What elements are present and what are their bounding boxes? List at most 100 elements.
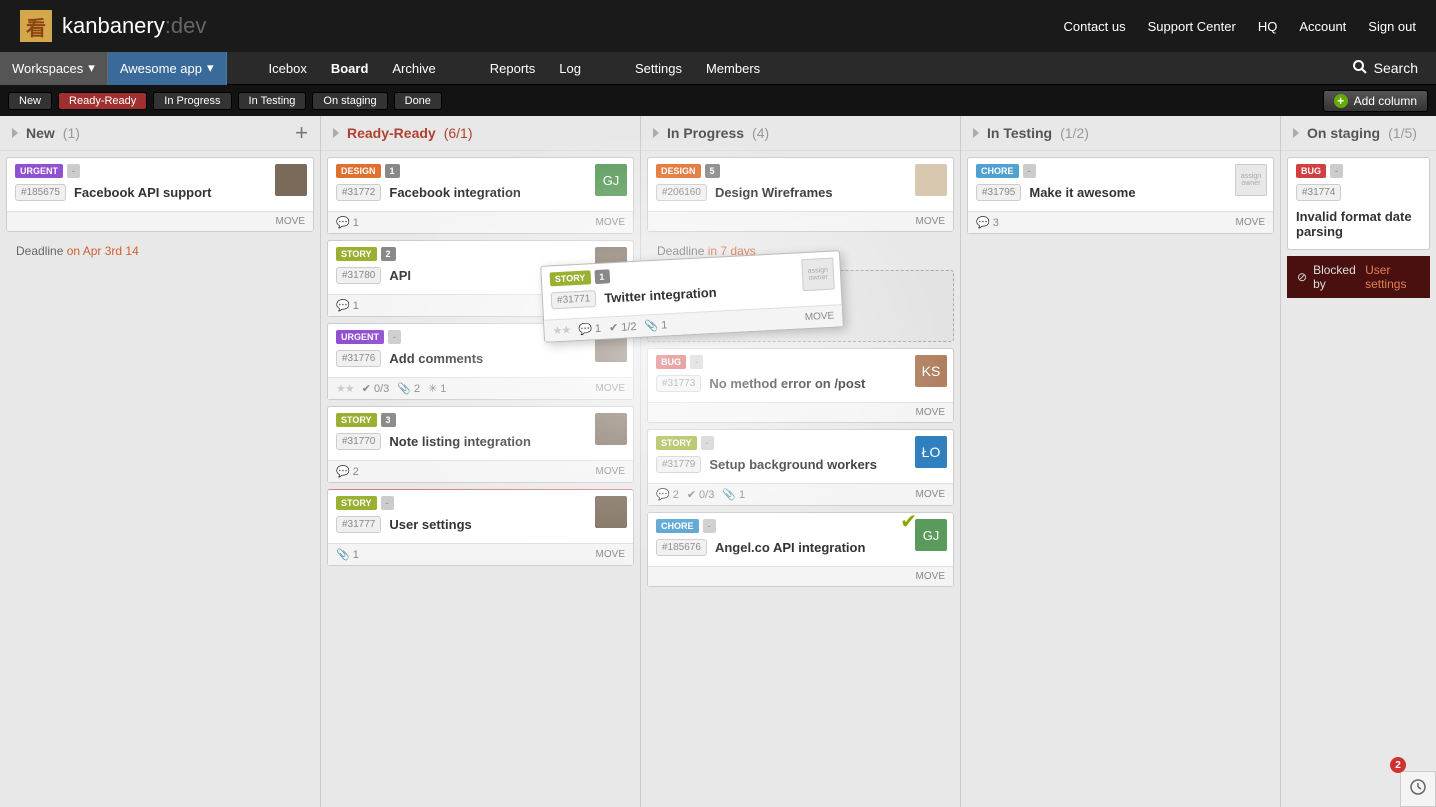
card-title: Facebook API support (74, 185, 211, 200)
filter-staging[interactable]: On staging (312, 92, 387, 110)
card-title: Angel.co API integration (715, 540, 865, 555)
move-button[interactable]: MOVE (916, 407, 945, 418)
avatar[interactable]: GJ (915, 519, 947, 551)
logo[interactable]: 看 kanbanery:dev (20, 10, 206, 42)
subtask-icon: ✔ 0/3 (687, 488, 715, 501)
link-contact[interactable]: Contact us (1063, 19, 1125, 34)
avatar[interactable] (595, 413, 627, 445)
dragging-card[interactable]: STORY1 #31771Twitter integration assign … (540, 250, 844, 343)
workspaces-menu[interactable]: Workspaces▾ (0, 52, 108, 85)
tag-design: DESIGN (336, 164, 381, 178)
card[interactable]: ✔ CHORE- #185676Angel.co API integration… (647, 512, 954, 587)
topbar: 看 kanbanery:dev Contact us Support Cente… (0, 0, 1436, 52)
avatar[interactable]: KS (915, 355, 947, 387)
move-button[interactable]: MOVE (596, 466, 625, 477)
collapse-icon[interactable] (653, 128, 659, 138)
link-support[interactable]: Support Center (1148, 19, 1236, 34)
link-signout[interactable]: Sign out (1368, 19, 1416, 34)
tag-urgent: URGENT (336, 330, 384, 344)
estimate: - (1023, 164, 1036, 178)
nav-settings[interactable]: Settings (623, 52, 694, 85)
add-card-button[interactable]: + (295, 120, 308, 146)
nav-board[interactable]: Board (319, 52, 381, 85)
collapse-icon[interactable] (333, 128, 339, 138)
check-icon: ✔ (900, 509, 917, 534)
card[interactable]: DESIGN1 #31772Facebook integration GJ 💬 … (327, 157, 634, 234)
ticket-id: #31771 (551, 290, 597, 309)
chevron-down-icon: ▾ (88, 60, 95, 76)
link-hq[interactable]: HQ (1258, 19, 1278, 34)
move-button[interactable]: MOVE (916, 216, 945, 227)
move-button[interactable]: MOVE (276, 216, 305, 227)
stars-icon: ★★ (336, 382, 354, 395)
move-button[interactable]: MOVE (1236, 217, 1265, 228)
assign-owner[interactable]: assign owner (801, 258, 835, 292)
avatar[interactable] (595, 496, 627, 528)
add-column-button[interactable]: +Add column (1323, 90, 1428, 112)
activity-badge: 2 (1390, 757, 1406, 773)
column-header-progress: In Progress (4) (641, 116, 960, 151)
move-button[interactable]: MOVE (916, 571, 945, 582)
comment-icon: 💬 1 (336, 299, 359, 312)
move-button[interactable]: MOVE (596, 217, 625, 228)
card[interactable]: STORY3 #31770Note listing integration 💬 … (327, 406, 634, 483)
tag-story: STORY (336, 247, 377, 261)
card[interactable]: STORY- #31777User settings 📎 1MOVE (327, 489, 634, 566)
activity-clock-button[interactable] (1400, 771, 1436, 807)
card-title: Setup background workers (709, 457, 877, 472)
subtask-icon: ✔ 0/3 (362, 382, 390, 395)
card[interactable]: STORY- #31779Setup background workers ŁO… (647, 429, 954, 506)
card[interactable]: CHORE- #31795Make it awesome assign owne… (967, 157, 1274, 234)
card[interactable]: BUG- #31774Invalid format date parsing (1287, 157, 1430, 250)
nav-log[interactable]: Log (547, 52, 593, 85)
avatar[interactable] (275, 164, 307, 196)
move-button[interactable]: MOVE (596, 383, 625, 394)
column-header-new: New (1) + (0, 116, 320, 151)
comment-icon: 💬 1 (336, 216, 359, 229)
ticket-id: #31774 (1296, 184, 1341, 201)
nav-members[interactable]: Members (694, 52, 772, 85)
avatar[interactable]: GJ (595, 164, 627, 196)
stars-icon: ★★ (552, 323, 570, 337)
card[interactable]: DESIGN5 #206160Design Wireframes MOVE (647, 157, 954, 232)
assign-owner[interactable]: assign owner (1235, 164, 1267, 196)
collapse-icon[interactable] (1293, 128, 1299, 138)
collapse-icon[interactable] (973, 128, 979, 138)
filter-done[interactable]: Done (394, 92, 442, 110)
column-new: New (1) + URGENT- #185675Facebook API su… (0, 116, 320, 807)
search-button[interactable]: Search (1352, 59, 1436, 78)
avatar[interactable]: ŁO (915, 436, 947, 468)
filter-testing[interactable]: In Testing (238, 92, 307, 110)
chevron-down-icon: ▾ (207, 60, 214, 76)
move-button[interactable]: MOVE (805, 311, 835, 324)
ticket-id: #31772 (336, 184, 381, 201)
tag-story: STORY (550, 270, 591, 286)
link-account[interactable]: Account (1299, 19, 1346, 34)
blocked-banner[interactable]: ⊘Blocked by User settings (1287, 256, 1430, 298)
clock-icon (1409, 778, 1427, 801)
move-button[interactable]: MOVE (596, 549, 625, 560)
card-title: Design Wireframes (715, 185, 833, 200)
logo-text: kanbanery:dev (62, 13, 206, 39)
blocked-icon: ⊘ (1297, 270, 1307, 284)
collapse-icon[interactable] (12, 128, 18, 138)
app-menu[interactable]: Awesome app▾ (108, 52, 227, 85)
comment-icon: 💬 1 (578, 322, 601, 336)
estimate: - (381, 496, 394, 510)
nav-reports[interactable]: Reports (478, 52, 548, 85)
board: New (1) + URGENT - #185675 Facebook API su… (0, 116, 1436, 807)
filter-new[interactable]: New (8, 92, 52, 110)
column-testing: In Testing (1/2) CHORE- #31795Make it aw… (960, 116, 1280, 807)
nav-icebox[interactable]: Icebox (257, 52, 319, 85)
card[interactable]: BUG- #31773No method error on /post KS M… (647, 348, 954, 423)
move-button[interactable]: MOVE (916, 489, 945, 500)
ticket-id: #185675 (15, 184, 66, 201)
filter-ready[interactable]: Ready-Ready (58, 92, 147, 110)
subtask-icon: ✔ 1/2 (609, 320, 637, 334)
card[interactable]: URGENT- #185675Facebook API support MOVE (6, 157, 314, 232)
ticket-id: #31795 (976, 184, 1021, 201)
nav-archive[interactable]: Archive (380, 52, 447, 85)
avatar[interactable] (915, 164, 947, 196)
filter-progress[interactable]: In Progress (153, 92, 231, 110)
top-links: Contact us Support Center HQ Account Sig… (1063, 19, 1416, 34)
